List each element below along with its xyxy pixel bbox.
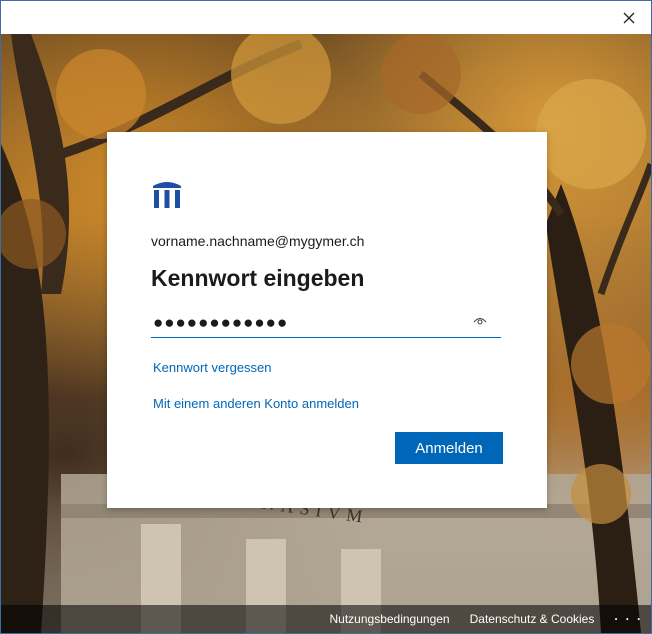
close-icon [623, 12, 635, 24]
more-options-button[interactable]: · · · [614, 612, 643, 626]
signin-button[interactable]: Anmelden [395, 432, 503, 464]
forgot-password-link[interactable]: Kennwort vergessen [153, 360, 272, 375]
login-card: vorname.nachname@mygymer.ch Kennwort ein… [107, 132, 547, 508]
privacy-link[interactable]: Datenschutz & Cookies [470, 612, 595, 626]
page-title: Kennwort eingeben [151, 265, 365, 291]
title-bar [1, 1, 651, 34]
terms-link[interactable]: Nutzungsbedingungen [330, 612, 450, 626]
institution-pillars-icon [153, 182, 181, 208]
login-window: GYMNASIVM vorname.nachname@mygyme [0, 0, 652, 634]
other-account-link[interactable]: Mit einem anderen Konto anmelden [153, 396, 359, 411]
footer-bar: Nutzungsbedingungen Datenschutz & Cookie… [1, 605, 651, 633]
account-email: vorname.nachname@mygymer.ch [151, 233, 365, 249]
close-button[interactable] [615, 4, 643, 32]
eye-icon[interactable] [473, 315, 487, 327]
password-input[interactable] [151, 308, 501, 338]
